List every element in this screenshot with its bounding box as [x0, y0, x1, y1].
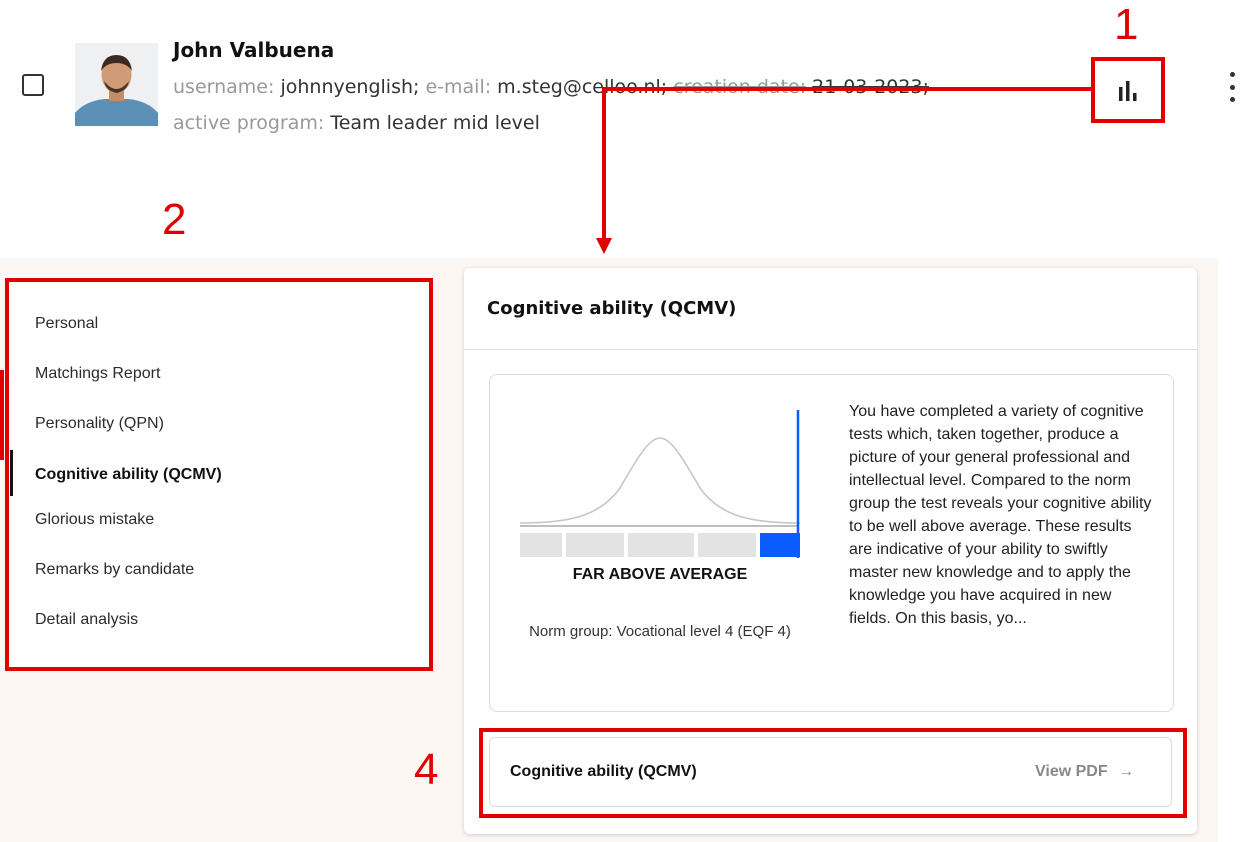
username-value: johnnyenglish;: [280, 76, 420, 98]
bar-chart-icon: [1119, 81, 1137, 101]
program-label: active program:: [173, 112, 325, 134]
norm-group: Norm group: Vocational level 4 (EQF 4): [529, 623, 791, 640]
email-label: e-mail:: [425, 76, 492, 98]
avatar: [75, 43, 158, 126]
username-label: username:: [173, 76, 275, 98]
annotation-number-1: 1: [1114, 0, 1139, 49]
sidebar-item-personality[interactable]: Personality (QPN): [35, 415, 164, 433]
annotation-arrowhead: [596, 238, 612, 254]
sidebar-nav: Personal Matchings Report Personality (Q…: [5, 278, 433, 671]
annotation-line: [0, 370, 4, 460]
result-label: FAR ABOVE AVERAGE: [572, 566, 748, 583]
sidebar-item-remarks[interactable]: Remarks by candidate: [35, 561, 194, 579]
sidebar-item-personal[interactable]: Personal: [35, 315, 98, 333]
report-title: Cognitive ability (QCMV): [487, 298, 737, 319]
sidebar-item-glorious-mistake[interactable]: Glorious mistake: [35, 511, 154, 529]
user-name: John Valbuena: [173, 38, 335, 62]
annotation-number-2: 2: [162, 195, 187, 244]
score-segment: [760, 533, 800, 557]
result-description: You have completed a variety of cognitiv…: [849, 403, 1152, 627]
annotation-frame-4: [479, 728, 1187, 818]
annotation-number-4: 4: [414, 745, 439, 794]
score-segment: [698, 533, 756, 557]
sidebar-item-cognitive-ability[interactable]: Cognitive ability (QCMV): [35, 466, 222, 484]
annotation-line: [602, 87, 1094, 91]
score-segment: [520, 533, 562, 557]
program-value: Team leader mid level: [330, 112, 540, 134]
score-segment: [628, 533, 694, 557]
select-checkbox[interactable]: [22, 74, 44, 96]
score-segment: [566, 533, 624, 557]
more-vertical-icon[interactable]: [1227, 72, 1237, 102]
sidebar-item-matchings-report[interactable]: Matchings Report: [35, 365, 160, 383]
stats-button[interactable]: [1091, 57, 1165, 123]
bell-curve: [520, 437, 801, 524]
user-meta-line-2: active program: Team leader mid level: [173, 112, 540, 134]
sidebar-item-detail-analysis[interactable]: Detail analysis: [35, 611, 138, 629]
score-curve-graphic: [520, 410, 801, 558]
annotation-line: [602, 87, 606, 239]
divider: [464, 349, 1197, 350]
